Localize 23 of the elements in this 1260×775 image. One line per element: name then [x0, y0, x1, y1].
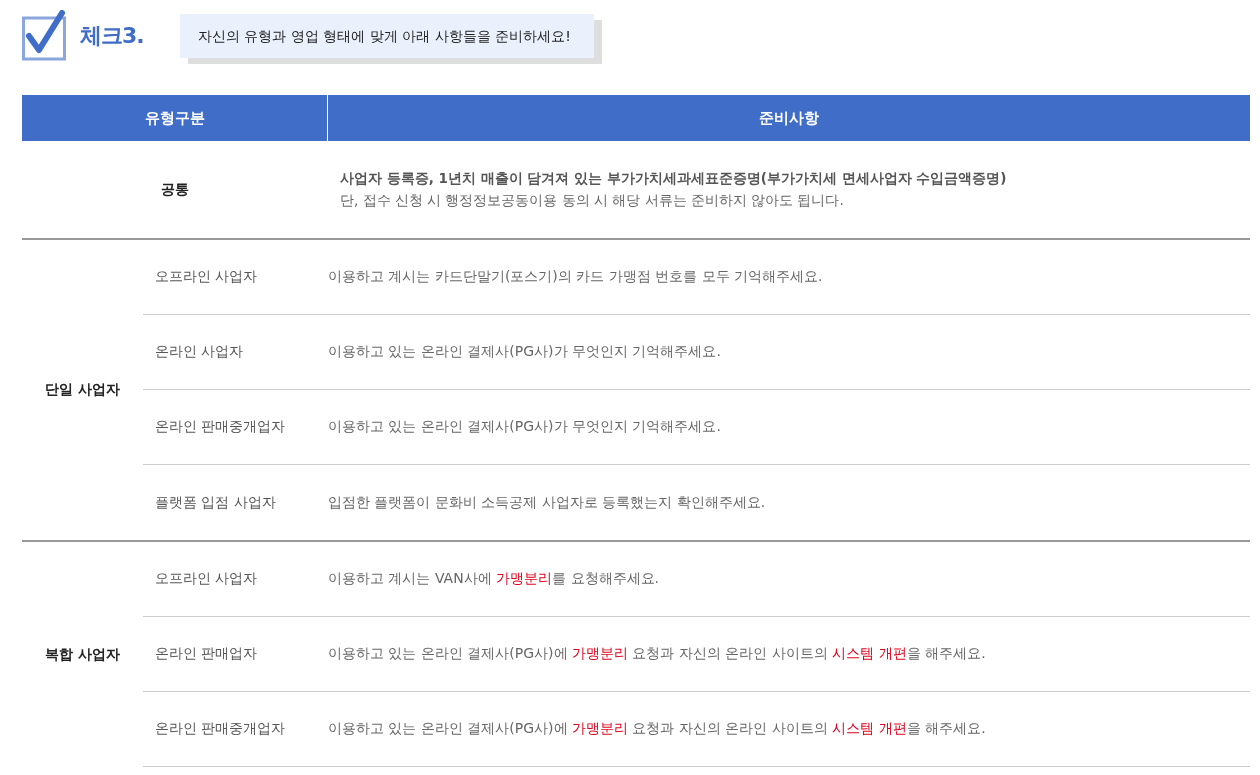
requirement-text: 이용하고 계시는 카드단말기(포스기)의 카드 가맹점 번호를 모두 기억해주세요.	[328, 268, 823, 286]
requirement-text: 이용하고 있는 온라인 결제사(PG사)에 가맹분리 요청과 자신의 온라인 사이트의 시스템 개편을 해주세요.	[328, 645, 986, 663]
requirement-text: 단, 접수 신청 시 행정정보공동이용 동의 시 해당 서류는 준비하지 않아도 됩니다.	[340, 191, 845, 210]
group-cell-text: 복합 사업자	[44, 644, 121, 664]
section-label: 체크3.	[80, 22, 145, 50]
group-cell-text: 단일 사업자	[44, 380, 121, 399]
type-cell-text: 오프라인 사업자	[154, 570, 259, 588]
type-cell-text: 온라인 판매업자	[154, 645, 259, 663]
column-header: 준비사항	[758, 107, 820, 129]
type-cell-text: 공통	[160, 179, 190, 199]
requirement-text: 이용하고 있는 온라인 결제사(PG사)가 무엇인지 기억해주세요.	[328, 343, 721, 361]
requirement-text: 이용하고 계시는 VAN사에 가맹분리를 요청해주세요.	[328, 570, 659, 588]
checkbox-icon	[22, 10, 68, 62]
type-cell-text: 온라인 판매중개업자	[154, 720, 287, 738]
type-cell-text: 온라인 사업자	[154, 343, 245, 361]
requirement-text: 이용하고 있는 온라인 결제사(PG사)가 무엇인지 기억해주세요.	[328, 418, 721, 436]
requirement-text: 입점한 플랫폼이 문화비 소득공제 사업자로 등록했는지 확인해주세요.	[328, 493, 766, 512]
type-cell-text: 온라인 판매중개업자	[154, 418, 287, 436]
requirement-text: 이용하고 있는 온라인 결제사(PG사)에 가맹분리 요청과 자신의 온라인 사이트의 시스템 개편을 해주세요.	[328, 720, 986, 738]
type-cell-text: 오프라인 사업자	[154, 268, 259, 286]
column-header: 유형구분	[22, 95, 328, 141]
type-cell-text: 플랫폼 입점 사업자	[154, 493, 277, 512]
requirement-text: 사업자 등록증, 1년치 매출이 담겨져 있는 부가가치세과세표준증명(부가가치세 면세사업자 수입금액증명)	[340, 169, 1007, 188]
